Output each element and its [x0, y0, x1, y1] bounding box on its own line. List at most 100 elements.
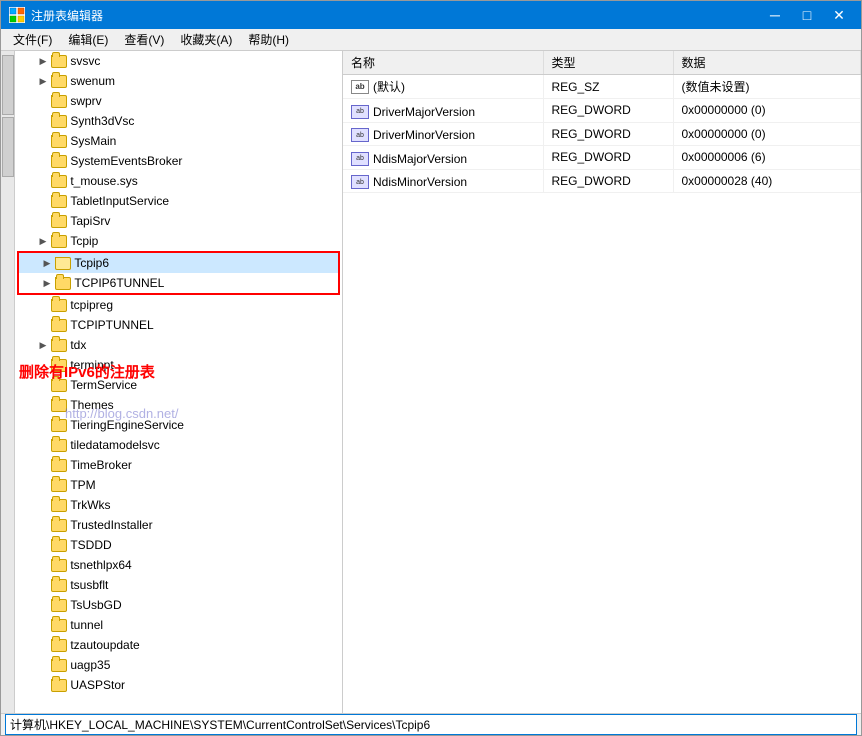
tree-item-tabletinputservice[interactable]: TabletInputService	[15, 191, 342, 211]
menu-help[interactable]: 帮助(H)	[240, 29, 297, 50]
tree-item-swprv[interactable]: swprv	[15, 91, 342, 111]
tree-item-trustedinstaller[interactable]: TrustedInstaller	[15, 515, 342, 535]
tree-item-tieringengineservice[interactable]: TieringEngineService	[15, 415, 342, 435]
tree-item-sysmain[interactable]: SysMain	[15, 131, 342, 151]
tree-item-tapisrv[interactable]: TapiSrv	[15, 211, 342, 231]
table-row[interactable]: ab DriverMinorVersion REG_DWORD 0x000000…	[343, 122, 861, 146]
entry-data-default: (数值未设置)	[673, 75, 861, 99]
tree-item-tsusbflt[interactable]: tsusbflt	[15, 575, 342, 595]
folder-icon-termservice	[51, 379, 67, 392]
expand-arrow-swenum: ▶	[35, 73, 51, 89]
table-row[interactable]: ab NdisMajorVersion REG_DWORD 0x00000006…	[343, 146, 861, 170]
folder-icon-tcpiptunnel	[51, 319, 67, 332]
expand-arrow-tcpip6: ▶	[39, 255, 55, 271]
expand-arrow-tzautoupdate	[35, 637, 51, 653]
menu-view[interactable]: 查看(V)	[116, 29, 172, 50]
tree-item-themes[interactable]: Themes	[15, 395, 342, 415]
expand-arrow-timebroker	[35, 457, 51, 473]
expand-arrow-tiledatamodelsvc	[35, 437, 51, 453]
folder-icon-uaspstor	[51, 679, 67, 692]
folder-icon-swenum	[51, 75, 67, 88]
folder-icon-tcpipreg	[51, 299, 67, 312]
window-title: 注册表编辑器	[31, 7, 761, 24]
tree-item-uaspstor[interactable]: UASPStor	[15, 675, 342, 695]
entry-data-ndisminor: 0x00000028 (40)	[673, 169, 861, 193]
tree-item-terminpt[interactable]: terminpt	[15, 355, 342, 375]
entry-name-drivermajor: ab DriverMajorVersion	[343, 99, 543, 123]
tree-item-svsvc[interactable]: ▶ svsvc	[15, 51, 342, 71]
left-tab-1	[2, 55, 14, 115]
expand-arrow-trkwks	[35, 497, 51, 513]
tree-item-systemeventsbroker[interactable]: SystemEventsBroker	[15, 151, 342, 171]
entry-type-drivermajor: REG_DWORD	[543, 99, 673, 123]
table-row[interactable]: ab DriverMajorVersion REG_DWORD 0x000000…	[343, 99, 861, 123]
expand-arrow-sysmain	[35, 133, 51, 149]
title-bar: 注册表编辑器 ─ □ ✕	[1, 1, 861, 29]
tree-item-tdx[interactable]: ▶ tdx	[15, 335, 342, 355]
folder-icon-tcpip6	[55, 257, 71, 270]
tree-item-uagp35[interactable]: uagp35	[15, 655, 342, 675]
folder-icon-trustedinstaller	[51, 519, 67, 532]
tree-item-termservice[interactable]: TermService	[15, 375, 342, 395]
registry-values-panel[interactable]: 名称 类型 数据 ab (默认) REG_SZ	[343, 51, 861, 713]
expand-arrow-tieringengineservice	[35, 417, 51, 433]
registry-editor-window: 注册表编辑器 ─ □ ✕ 文件(F) 编辑(E) 查看(V) 收藏夹(A) 帮助…	[0, 0, 862, 736]
folder-icon-tcpip	[51, 235, 67, 248]
tree-panel[interactable]: 删除有IPv6的注册表 http://blog.csdn.net/ ▶ svsv…	[15, 51, 343, 713]
expand-arrow-tsusbflt	[35, 577, 51, 593]
folder-icon-themes	[51, 399, 67, 412]
entry-data-drivermajor: 0x00000000 (0)	[673, 99, 861, 123]
folder-icon-tpm	[51, 479, 67, 492]
dword-icon-4: ab	[351, 175, 369, 189]
table-row[interactable]: ab NdisMinorVersion REG_DWORD 0x00000028…	[343, 169, 861, 193]
tree-item-trkwks[interactable]: TrkWks	[15, 495, 342, 515]
tree-item-tcpiptunnel[interactable]: TCPIPTUNNEL	[15, 315, 342, 335]
tree-item-tcpipreg[interactable]: tcpipreg	[15, 295, 342, 315]
menu-favorites[interactable]: 收藏夹(A)	[172, 29, 240, 50]
folder-icon-tsusbflt	[51, 579, 67, 592]
left-side-tabs	[1, 51, 15, 713]
left-tab-2	[2, 117, 14, 177]
tree-item-tiledatamodelsvc[interactable]: tiledatamodelsvc	[15, 435, 342, 455]
tree-item-tzautoupdate[interactable]: tzautoupdate	[15, 635, 342, 655]
table-row[interactable]: ab (默认) REG_SZ (数值未设置)	[343, 75, 861, 99]
tree-item-synth3dvsc[interactable]: Synth3dVsc	[15, 111, 342, 131]
folder-icon-tieringengineservice	[51, 419, 67, 432]
tree-item-tpm[interactable]: TPM	[15, 475, 342, 495]
menu-file[interactable]: 文件(F)	[5, 29, 60, 50]
col-name: 名称	[343, 51, 543, 75]
tree-item-tcpip6[interactable]: ▶ Tcpip6	[19, 253, 338, 273]
dword-icon-2: ab	[351, 128, 369, 142]
folder-icon-tapisrv	[51, 215, 67, 228]
folder-icon-synth3dvsc	[51, 115, 67, 128]
tree-item-tmousesys[interactable]: t_mouse.sys	[15, 171, 342, 191]
expand-arrow-uaspstor	[35, 677, 51, 693]
tree-item-tcpip[interactable]: ▶ Tcpip	[15, 231, 342, 251]
maximize-button[interactable]: □	[793, 1, 821, 29]
tree-item-tunnel[interactable]: tunnel	[15, 615, 342, 635]
folder-icon-timebroker	[51, 459, 67, 472]
menu-edit[interactable]: 编辑(E)	[60, 29, 116, 50]
tree-item-swenum[interactable]: ▶ swenum	[15, 71, 342, 91]
folder-icon-trkwks	[51, 499, 67, 512]
folder-icon-tsddd	[51, 539, 67, 552]
expand-arrow-termservice	[35, 377, 51, 393]
tree-item-tcpip6tunnel[interactable]: ▶ TCPIP6TUNNEL	[19, 273, 338, 293]
main-content: 删除有IPv6的注册表 http://blog.csdn.net/ ▶ svsv…	[1, 51, 861, 713]
close-button[interactable]: ✕	[825, 1, 853, 29]
folder-icon-tabletinputservice	[51, 195, 67, 208]
tree-item-tsddd[interactable]: TSDDD	[15, 535, 342, 555]
window-controls: ─ □ ✕	[761, 1, 853, 29]
folder-icon-tiledatamodelsvc	[51, 439, 67, 452]
entry-data-driverminor: 0x00000000 (0)	[673, 122, 861, 146]
window-icon	[9, 7, 25, 23]
expand-arrow-tcpip6tunnel: ▶	[39, 275, 55, 291]
minimize-button[interactable]: ─	[761, 1, 789, 29]
ab-icon: ab	[351, 80, 369, 94]
tree-item-timebroker[interactable]: TimeBroker	[15, 455, 342, 475]
tree-item-tsnethlpx64[interactable]: tsnethlpx64	[15, 555, 342, 575]
tree-item-tsusbgd[interactable]: TsUsbGD	[15, 595, 342, 615]
expand-arrow-synth3dvsc	[35, 113, 51, 129]
expand-arrow-tsddd	[35, 537, 51, 553]
entry-type-ndisminor: REG_DWORD	[543, 169, 673, 193]
